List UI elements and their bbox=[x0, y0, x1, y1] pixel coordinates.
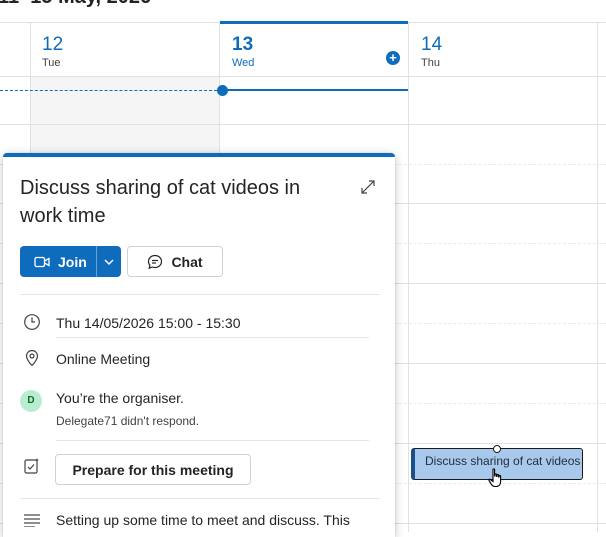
today-indicator-bar bbox=[220, 21, 408, 24]
chevron-down-icon[interactable]: ▼ bbox=[157, 0, 168, 2]
day-name: Thu bbox=[421, 57, 440, 69]
chat-label: Chat bbox=[171, 253, 203, 270]
event-description: Setting up some time to meet and discuss… bbox=[56, 512, 350, 528]
hand-pointer-cursor bbox=[488, 468, 504, 493]
event-datetime: Thu 14/05/2026 15:00 - 15:30 bbox=[56, 315, 241, 331]
join-options-dropdown[interactable] bbox=[97, 246, 121, 277]
day-header-tue[interactable]: 12 Tue bbox=[42, 34, 63, 70]
current-time-line bbox=[222, 89, 408, 91]
day-name: Tue bbox=[42, 57, 61, 69]
event-resize-handle[interactable] bbox=[493, 445, 501, 453]
event-block-title: Discuss sharing of cat videos bbox=[425, 454, 581, 468]
date-range-label: 11–15 May, 2026 bbox=[0, 0, 151, 8]
day-number: 13 bbox=[232, 34, 254, 55]
day-number: 14 bbox=[421, 34, 443, 55]
response-status: Delegate71 didn't respond. bbox=[56, 414, 200, 428]
event-details-popup: Discuss sharing of cat videos in work ti… bbox=[3, 153, 395, 537]
notes-icon bbox=[23, 513, 41, 532]
clock-icon bbox=[23, 313, 41, 336]
header-bottom-border bbox=[0, 76, 606, 77]
divider bbox=[56, 440, 369, 441]
date-range-heading[interactable]: 11–15 May, 2026 ▼ bbox=[0, 0, 168, 9]
chat-icon bbox=[148, 254, 163, 269]
join-main-action[interactable]: Join bbox=[20, 246, 97, 277]
prepare-meeting-button[interactable]: Prepare for this meeting bbox=[55, 454, 251, 485]
event-location: Online Meeting bbox=[56, 351, 151, 367]
join-button[interactable]: Join bbox=[20, 246, 121, 277]
prepare-label: Prepare for this meeting bbox=[72, 461, 234, 478]
day-header-wed[interactable]: 13 Wed bbox=[232, 34, 254, 70]
current-time-line-past bbox=[0, 90, 222, 91]
organiser-text: You’re the organiser. bbox=[56, 390, 184, 406]
expand-icon[interactable] bbox=[360, 179, 376, 200]
task-check-icon bbox=[23, 457, 41, 480]
chat-button[interactable]: Chat bbox=[127, 246, 223, 277]
avatar: D bbox=[20, 390, 42, 412]
add-event-icon[interactable]: + bbox=[386, 51, 400, 65]
day-column-border bbox=[408, 22, 409, 532]
join-label: Join bbox=[58, 253, 87, 270]
divider bbox=[56, 337, 369, 338]
day-name: Wed bbox=[232, 57, 255, 69]
day-number: 12 bbox=[42, 34, 64, 55]
hour-line bbox=[0, 124, 606, 125]
event-title: Discuss sharing of cat videos in work ti… bbox=[20, 177, 301, 227]
divider bbox=[20, 294, 380, 295]
day-header-thu[interactable]: 14 Thu bbox=[421, 34, 442, 70]
chevron-down-icon bbox=[104, 259, 114, 265]
divider bbox=[20, 498, 380, 499]
day-column-border bbox=[597, 22, 598, 532]
video-icon bbox=[34, 256, 50, 267]
location-icon bbox=[23, 349, 41, 372]
current-time-dot bbox=[217, 85, 228, 96]
